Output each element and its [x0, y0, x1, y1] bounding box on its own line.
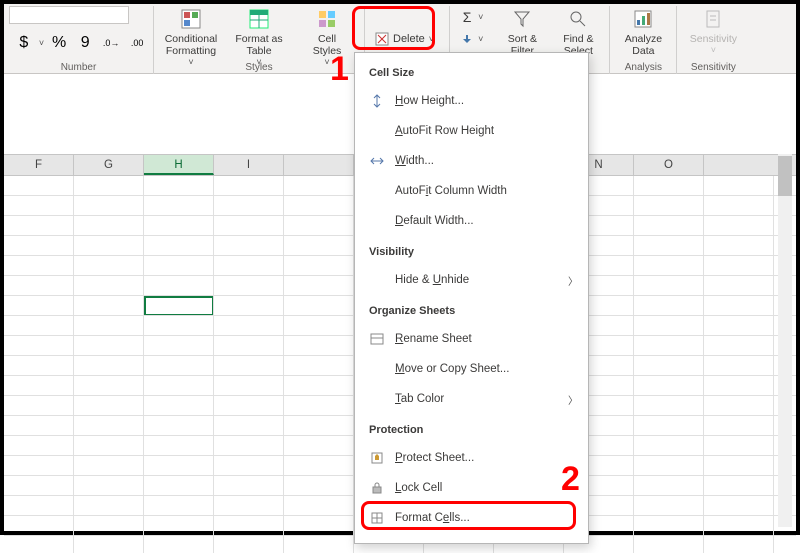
column-header[interactable]: H — [144, 155, 214, 175]
group-label-analysis: Analysis — [625, 62, 662, 74]
decrease-decimal-button[interactable]: .00 — [126, 34, 148, 52]
conditional-formatting-button[interactable]: Conditional Formatting˅ — [160, 6, 222, 67]
vertical-scrollbar[interactable] — [778, 154, 792, 527]
format-as-table-button[interactable]: Format as Table˅ — [228, 6, 290, 67]
scroll-thumb[interactable] — [778, 156, 792, 196]
sort-filter-icon — [509, 6, 535, 32]
currency-button[interactable]: $ — [13, 34, 35, 52]
dd-section-organize: Organize Sheets — [355, 295, 588, 324]
number-format-box[interactable] — [9, 6, 129, 24]
dd-section-visibility: Visibility — [355, 236, 588, 265]
format-cells-icon — [369, 510, 385, 526]
dd-rename-sheet[interactable]: Rename Sheet — [355, 324, 588, 354]
format-as-table-icon — [246, 6, 272, 32]
dd-section-cellsize: Cell Size — [355, 57, 588, 86]
sum-button[interactable]: Σ˅ — [456, 6, 487, 28]
group-sensitivity: Sensitivity˅ Sensitivity — [677, 6, 749, 74]
chevron-right-icon: 〉 — [568, 273, 578, 288]
fill-icon — [460, 32, 474, 46]
dd-move-copy[interactable]: Move or Copy Sheet... — [355, 354, 588, 384]
delete-icon — [375, 32, 389, 46]
dd-section-protection: Protection — [355, 414, 588, 443]
dd-lock-cell[interactable]: Lock Cell — [355, 473, 588, 503]
dd-autofit-row[interactable]: AutoFit Row Height — [355, 116, 588, 146]
rename-sheet-icon — [369, 331, 385, 347]
sensitivity-icon — [700, 6, 726, 32]
row-height-icon — [369, 93, 385, 109]
dd-tab-color[interactable]: Tab Color〉 — [355, 384, 588, 414]
callout-number-1: 1 — [330, 50, 349, 89]
analyze-data-button[interactable]: Analyze Data — [616, 6, 670, 57]
analyze-data-icon — [630, 6, 656, 32]
conditional-formatting-icon — [178, 6, 204, 32]
col-width-icon — [369, 153, 385, 169]
lock-icon — [369, 480, 385, 496]
sigma-icon: Σ — [460, 10, 474, 24]
protect-sheet-icon — [369, 450, 385, 466]
group-analysis: Analyze Data Analysis — [610, 6, 677, 74]
dd-protect-sheet[interactable]: Protect Sheet... — [355, 443, 588, 473]
comma-style-button[interactable]: 9 — [74, 34, 96, 52]
dd-default-width[interactable]: Default Width... — [355, 206, 588, 236]
fill-button[interactable]: ˅ — [456, 28, 487, 50]
cell-styles-icon — [314, 6, 340, 32]
column-header[interactable]: G — [74, 155, 144, 175]
format-dropdown: Cell Size How Height... AutoFit Row Heig… — [354, 52, 589, 544]
dd-autofit-col[interactable]: AutoFit Column Width — [355, 176, 588, 206]
dd-hide-unhide[interactable]: Hide & Unhide〉 — [355, 265, 588, 295]
group-number: $ ˅ % 9 .0→ .00 Number — [4, 6, 154, 74]
delete-button[interactable]: Delete˅ — [371, 28, 443, 50]
dd-row-height[interactable]: How Height... — [355, 86, 588, 116]
find-icon — [565, 6, 591, 32]
column-header[interactable]: O — [634, 155, 704, 175]
group-label-styles: Styles — [245, 62, 272, 74]
column-header[interactable]: F — [4, 155, 74, 175]
sensitivity-button: Sensitivity˅ — [683, 6, 743, 55]
increase-decimal-button[interactable]: .0→ — [100, 34, 122, 52]
callout-number-2: 2 — [561, 460, 580, 499]
column-header[interactable]: I — [214, 155, 284, 175]
column-header[interactable] — [284, 155, 354, 175]
group-label-number: Number — [61, 62, 97, 74]
chevron-right-icon: 〉 — [568, 392, 578, 407]
dd-column-width[interactable]: Width... — [355, 146, 588, 176]
dd-format-cells[interactable]: Format Cells... — [355, 503, 588, 533]
percent-button[interactable]: % — [48, 34, 70, 52]
group-label-sensitivity: Sensitivity — [691, 62, 736, 74]
